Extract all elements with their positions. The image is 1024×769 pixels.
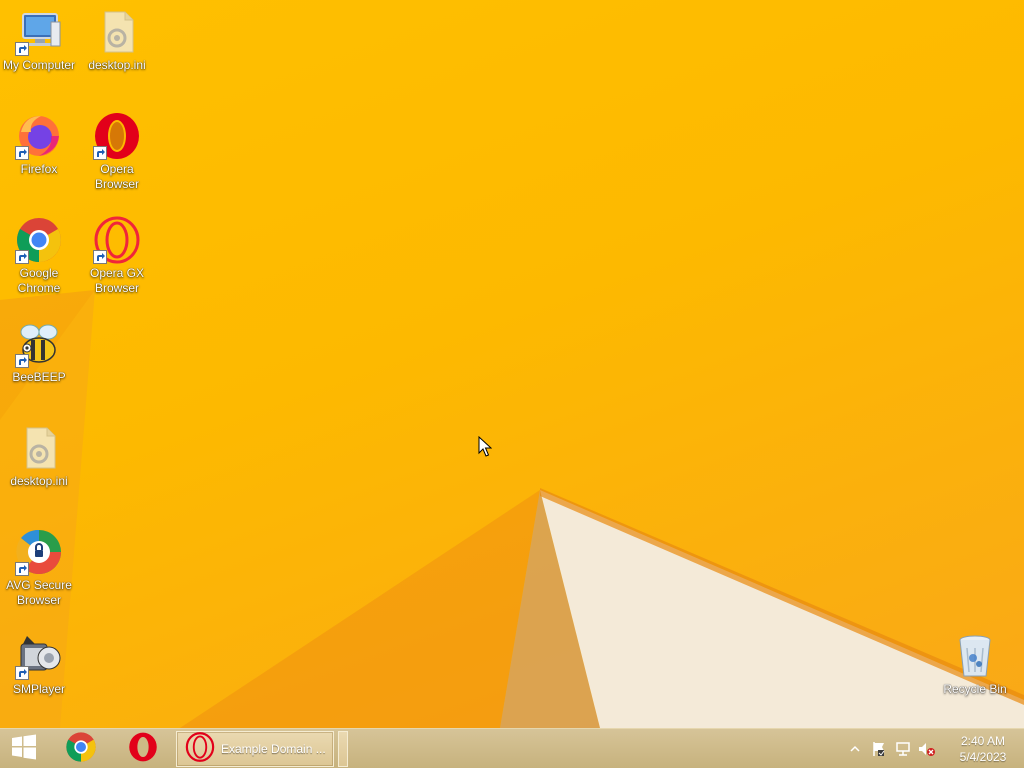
computer-icon	[15, 8, 63, 56]
show-hidden-icons-chevron-icon[interactable]	[844, 738, 866, 760]
desktop-icon-label: BeeBEEP	[12, 370, 66, 384]
clock-time: 2:40 AM	[960, 734, 1006, 748]
firefox-icon	[15, 112, 63, 160]
taskbar-window-example-domain[interactable]: Example Domain ...	[176, 731, 334, 767]
settings-file-icon	[93, 8, 141, 56]
desktop-icon-desktop-ini[interactable]: desktop.ini	[78, 8, 156, 73]
desktop[interactable]: My Computer desktop.ini Firefox Opera Br…	[0, 0, 1024, 728]
desktop-icon-label: desktop.ini	[10, 474, 68, 488]
opera-icon	[93, 112, 141, 160]
desktop-icon-label: Firefox	[20, 162, 58, 176]
wallpaper	[0, 290, 1024, 728]
taskbar: Example Domain ... 2:40 AM 5/4/2023	[0, 728, 1024, 768]
taskbar-pinned-opera[interactable]	[118, 729, 168, 769]
shortcut-arrow-icon	[93, 250, 107, 264]
volume-muted-icon[interactable]	[916, 738, 938, 760]
desktop-icon-smplayer[interactable]: SMPlayer	[0, 632, 78, 697]
system-tray: 2:40 AM 5/4/2023	[844, 729, 1024, 769]
taskbar-window-group-edge[interactable]	[338, 731, 348, 767]
shortcut-arrow-icon	[15, 146, 29, 160]
desktop-icon-label: My Computer	[2, 58, 76, 72]
shortcut-arrow-icon	[15, 42, 29, 56]
desktop-icon-opera-gx[interactable]: Opera GX Browser	[78, 216, 156, 296]
network-icon[interactable]	[892, 738, 914, 760]
taskbar-window-title: Example Domain ...	[221, 742, 326, 756]
mouse-pointer-icon	[478, 435, 493, 463]
desktop-icon-firefox[interactable]: Firefox	[0, 112, 78, 177]
desktop-icon-desktop-ini-2[interactable]: desktop.ini	[0, 424, 78, 489]
opera-gx-icon	[93, 216, 141, 264]
shortcut-arrow-icon	[15, 562, 29, 576]
shortcut-arrow-icon	[15, 250, 29, 264]
taskbar-pinned-chrome[interactable]	[56, 729, 106, 769]
desktop-icon-label: Google Chrome	[17, 266, 61, 295]
taskbar-clock[interactable]: 2:40 AM 5/4/2023	[946, 733, 1020, 765]
desktop-icon-label: desktop.ini	[88, 58, 146, 72]
desktop-icon-my-computer[interactable]: My Computer	[0, 8, 78, 73]
avg-secure-browser-icon	[15, 528, 63, 576]
desktop-icon-beebeep[interactable]: BeeBEEP	[0, 320, 78, 385]
recycle-bin-icon	[951, 632, 999, 680]
settings-file-icon	[15, 424, 63, 472]
opera-icon	[185, 731, 215, 767]
desktop-icon-label: SMPlayer	[12, 682, 65, 696]
chrome-icon	[65, 731, 97, 768]
chrome-icon	[15, 216, 63, 264]
desktop-icon-opera-browser[interactable]: Opera Browser	[78, 112, 156, 192]
desktop-icon-label: AVG Secure Browser	[6, 578, 72, 607]
shortcut-arrow-icon	[15, 354, 29, 368]
beebeep-icon	[15, 320, 63, 368]
desktop-icon-label: Opera GX Browser	[89, 266, 145, 295]
smplayer-icon	[15, 632, 63, 680]
clock-date: 5/4/2023	[959, 750, 1007, 764]
desktop-icon-recycle-bin[interactable]: Recycle Bin	[936, 632, 1014, 697]
start-button[interactable]	[0, 729, 48, 769]
desktop-icon-avg-secure-browser[interactable]: AVG Secure Browser	[0, 528, 78, 608]
shortcut-arrow-icon	[93, 146, 107, 160]
desktop-icon-google-chrome[interactable]: Google Chrome	[0, 216, 78, 296]
action-center-flag-icon[interactable]	[868, 738, 890, 760]
desktop-icon-label: Recycle Bin	[943, 682, 1007, 696]
desktop-icon-label: Opera Browser	[94, 162, 139, 191]
windows-logo-icon	[11, 734, 37, 765]
shortcut-arrow-icon	[15, 666, 29, 680]
opera-icon	[128, 732, 158, 767]
